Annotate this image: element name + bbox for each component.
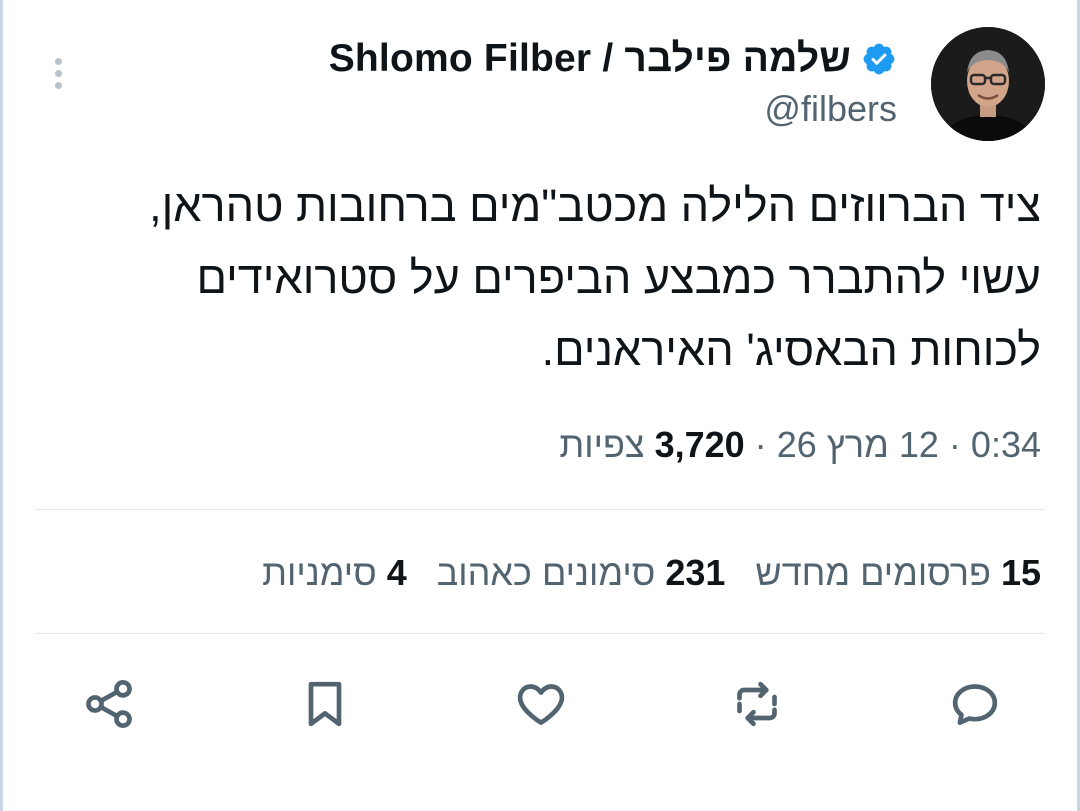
divider: [35, 509, 1045, 510]
author-name-row[interactable]: Shlomo Filber / שלמה פילבר: [329, 36, 897, 82]
divider: [35, 633, 1045, 634]
tweet-time[interactable]: 0:34: [971, 424, 1041, 465]
reposts-label: פרסומים מחדש: [755, 552, 991, 593]
meta-separator: ·: [754, 424, 767, 465]
heart-icon: [517, 684, 565, 725]
share-icon: [86, 679, 132, 729]
bookmark-icon: [308, 681, 342, 727]
bookmark-button[interactable]: [295, 674, 355, 734]
avatar[interactable]: [931, 27, 1045, 141]
reply-icon: [952, 684, 998, 725]
likes-label: סימונים כאהוב: [436, 552, 656, 593]
repost-icon: [737, 681, 777, 727]
like-button[interactable]: [511, 674, 571, 734]
reposts-count: 15: [1000, 552, 1041, 593]
tweet-detail: Shlomo Filber / שלמה פילבר @filbers ציד …: [0, 0, 1080, 811]
meta-separator: ·: [948, 424, 961, 465]
action-bar: [3, 674, 1077, 734]
more-vertical-icon: [55, 58, 62, 65]
share-button[interactable]: [79, 674, 139, 734]
author-display-name[interactable]: Shlomo Filber / שלמה פילבר: [329, 37, 851, 81]
tweet-date[interactable]: 12 מרץ 26: [777, 424, 939, 465]
engagement-stats: 15 פרסומים מחדש 231 סימונים כאהוב 4 סימנ…: [262, 552, 1041, 594]
bookmarks-stat[interactable]: 4 סימניות: [262, 552, 407, 594]
views-label: צפיות: [559, 424, 645, 465]
more-options-button[interactable]: [51, 56, 67, 92]
verified-badge-icon: [863, 43, 895, 75]
reply-button[interactable]: [945, 674, 1005, 734]
views-count: 3,720: [654, 424, 745, 465]
more-dot: [55, 82, 62, 89]
more-dot: [55, 70, 62, 77]
author-handle[interactable]: @filbers: [764, 88, 897, 130]
tweet-text: ציד הברווזים הלילה מכטב"מים ברחובות טהרא…: [149, 180, 1041, 375]
repost-button[interactable]: [727, 674, 787, 734]
reposts-stat[interactable]: 15 פרסומים מחדש: [755, 552, 1041, 594]
bookmarks-label: סימניות: [262, 552, 377, 593]
bookmarks-count: 4: [386, 552, 407, 593]
tweet-meta: 0:34 · 12 מרץ 26 · 3,720 צפיות: [559, 424, 1041, 466]
likes-stat[interactable]: 231 סימונים כאהוב: [437, 552, 726, 594]
avatar-photo: [931, 27, 1045, 141]
likes-count: 231: [665, 552, 726, 593]
